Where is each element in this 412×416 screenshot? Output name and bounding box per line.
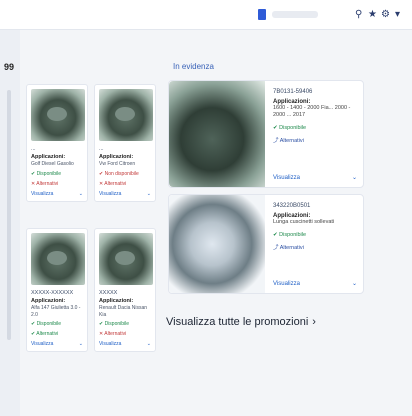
status-available: ✔ Disponibile [99,321,130,327]
product-card[interactable]: ... Applicazioni: Vw Ford Citroen ✔ Non … [94,84,156,202]
product-image [99,89,153,141]
product-image [31,89,85,141]
settings-icon[interactable]: ⚙ [381,10,391,20]
status-available: ✔ Disponibile [273,125,307,131]
chevron-down-icon[interactable]: ⌄ [352,280,357,287]
chevron-down-icon[interactable]: ⌄ [79,191,83,197]
view-all-promotions-link[interactable]: Visualizza tutte le promozioni › [166,316,316,328]
view-link[interactable]: Visualizza [273,281,300,287]
product-image [169,195,265,293]
section-title: In evidenza [173,62,214,71]
featured-product-card[interactable]: 7B0131-59406 Applicazioni: 1600 - 1400 -… [168,80,364,188]
status-alternatives: ⤴ Alternativi [273,245,304,251]
user-icon[interactable]: ⚲ [355,10,365,20]
chevron-down-icon[interactable]: ⌄ [147,191,151,197]
product-desc: Renault Dacia Nissan Kia [99,305,148,318]
left-marker: 99 [4,62,15,72]
left-panel: 99 [0,30,20,416]
product-image [99,233,153,285]
featured-product-card[interactable]: 343220B0501 Applicazioni: Lunga cuscinet… [168,194,364,294]
language-selector[interactable] [272,11,318,18]
product-code: XXXXX-XXXXXX [31,290,74,296]
product-desc: Vw Ford Citroen [99,161,136,167]
status-available: ✔ Disponibile [31,170,62,177]
chevron-down-icon[interactable]: ⌄ [147,341,151,347]
product-desc: 1600 - 1400 - 2000 Fia... 2000 - 2000 ..… [273,105,351,118]
top-bar: ⚲ ★ ⚙ ▾ [0,0,412,30]
product-code: ... [99,146,104,152]
promo-link-label[interactable]: Visualizza tutte le promozioni [166,316,308,328]
product-desc: Lunga cuscinetti sollevati [273,219,335,225]
product-card[interactable]: ... Applicazioni: Golf Diesel Gasolio ✔ … [26,84,88,202]
product-title: Applicazioni: [99,298,134,304]
product-desc: Golf Diesel Gasolio [31,161,74,167]
product-card[interactable]: XXXXX-XXXXXX Applicazioni: Alfa 147 Giul… [26,228,88,352]
status-alternatives: ✕ Alternativi [99,331,127,337]
vertical-scrollbar[interactable] [7,90,11,340]
status-alternatives: ✔ Alternativi [31,331,59,337]
status-available: ✔ Disponibile [273,232,307,238]
chevron-down-icon[interactable]: ⌄ [79,341,83,347]
chevron-down-icon[interactable]: ⌄ [352,174,357,181]
status-alternatives: ✕ Alternativi [31,180,59,187]
product-image [31,233,85,285]
status-alternatives: ⤴ Alternativi [273,138,304,144]
product-code: XXXXX [99,290,118,296]
product-code: ... [31,146,36,152]
product-image [169,81,265,187]
status-alternatives: ✕ Alternativi [99,180,127,187]
product-title: Applicazioni: [31,154,66,160]
product-desc: Alfa 147 Giulietta 3.0 - 2.0 [31,305,81,318]
product-card[interactable]: XXXXX Applicazioni: Renault Dacia Nissan… [94,228,156,352]
view-link[interactable]: Visualizza [31,191,53,197]
product-title: Applicazioni: [99,154,134,160]
chevron-right-icon[interactable]: › [312,316,316,328]
language-flag-icon[interactable] [258,9,266,20]
product-title: Applicazioni: [31,298,66,304]
view-link[interactable]: Visualizza [273,175,300,181]
product-code: 343220B0501 [273,203,311,209]
star-icon[interactable]: ★ [368,10,378,20]
view-link[interactable]: Visualizza [31,341,53,347]
menu-icon[interactable]: ▾ [395,10,405,20]
view-link[interactable]: Visualizza [99,191,121,197]
status-available: ✔ Non disponibile [99,170,139,177]
product-code: 7B0131-59406 [273,89,313,95]
view-link[interactable]: Visualizza [99,341,121,347]
status-available: ✔ Disponibile [31,321,62,327]
